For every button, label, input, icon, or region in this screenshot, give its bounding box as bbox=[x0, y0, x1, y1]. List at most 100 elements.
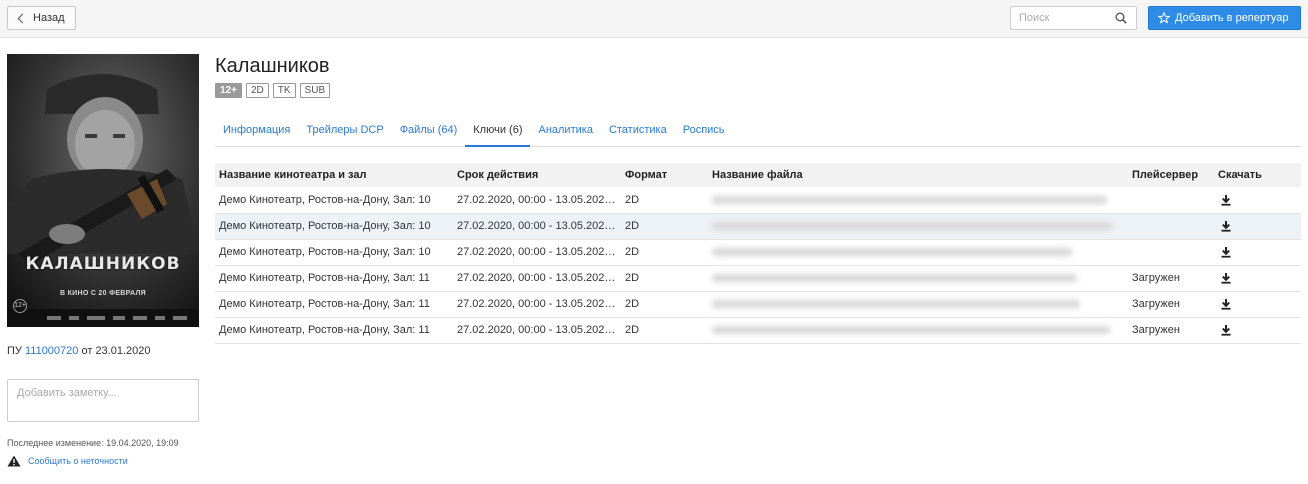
filename-redacted bbox=[712, 326, 1110, 335]
cell-period: 27.02.2020, 00:00 - 13.05.2020, 23:59 bbox=[453, 187, 621, 214]
pu-prefix: ПУ bbox=[7, 345, 22, 357]
filename-redacted bbox=[712, 248, 1072, 257]
cell-format: 2D bbox=[621, 187, 708, 214]
cell-format: 2D bbox=[621, 317, 708, 344]
cell-format: 2D bbox=[621, 213, 708, 240]
tab-analytics[interactable]: Аналитика bbox=[530, 116, 600, 147]
cell-cinema: Демо Кинотеатр, Ростов-на-Дону, Зал: 11 bbox=[215, 265, 453, 292]
search-icon[interactable] bbox=[1115, 12, 1127, 24]
cell-period: 27.02.2020, 00:00 - 13.05.2020, 23:59 bbox=[453, 291, 621, 318]
cell-period: 27.02.2020, 00:00 - 13.05.2020, 23:59 bbox=[453, 213, 621, 240]
add-to-repertoire-button[interactable]: Добавить в репертуар bbox=[1148, 6, 1301, 30]
filename-redacted bbox=[712, 274, 1077, 283]
cell-cinema: Демо Кинотеатр, Ростов-на-Дону, Зал: 10 bbox=[215, 187, 453, 214]
search-box bbox=[1010, 6, 1137, 30]
pu-number-link[interactable]: 111000720 bbox=[25, 345, 78, 357]
cell-cinema: Демо Кинотеатр, Ростов-на-Дону, Зал: 11 bbox=[215, 317, 453, 344]
filename-redacted bbox=[712, 300, 1080, 309]
col-header-download: Скачать bbox=[1214, 163, 1301, 187]
poster-age-rating: 12+ bbox=[13, 299, 27, 313]
cell-filename bbox=[708, 265, 1128, 292]
cell-period: 27.02.2020, 00:00 - 13.05.2020, 23:59 bbox=[453, 239, 621, 266]
badge-format: 2D bbox=[245, 83, 269, 98]
film-title: Калашников bbox=[215, 55, 330, 77]
cell-download bbox=[1214, 239, 1301, 266]
cell-format: 2D bbox=[621, 291, 708, 318]
table-row: Демо Кинотеатр, Ростов-на-Дону, Зал: 10 … bbox=[215, 239, 1301, 266]
table-row: Демо Кинотеатр, Ростов-на-Дону, Зал: 10 … bbox=[215, 213, 1301, 240]
back-button[interactable]: Назад bbox=[7, 6, 76, 30]
badge-tk: TK bbox=[272, 83, 296, 98]
report-inaccuracy: Сообщить о неточности bbox=[7, 455, 128, 467]
col-header-period[interactable]: Срок действия bbox=[453, 163, 621, 187]
search-input[interactable] bbox=[1011, 7, 1107, 29]
cell-download bbox=[1214, 317, 1301, 344]
cell-playserver bbox=[1128, 239, 1214, 266]
table-header-row: Название кинотеатра и зал Срок действия … bbox=[215, 163, 1301, 187]
col-header-filename[interactable]: Название файла bbox=[708, 163, 1128, 187]
download-icon[interactable] bbox=[1220, 194, 1232, 206]
cell-playserver bbox=[1128, 187, 1214, 214]
cell-filename bbox=[708, 213, 1128, 240]
cell-filename bbox=[708, 317, 1128, 344]
filename-redacted bbox=[712, 222, 1112, 231]
cell-playserver: Загружен bbox=[1128, 265, 1214, 292]
table-row: Демо Кинотеатр, Ростов-на-Дону, Зал: 11 … bbox=[215, 291, 1301, 318]
cell-filename bbox=[708, 187, 1128, 214]
table-row: Демо Кинотеатр, Ростов-на-Дону, Зал: 10 … bbox=[215, 187, 1301, 214]
badge-age: 12+ bbox=[215, 83, 242, 98]
download-icon[interactable] bbox=[1220, 220, 1232, 232]
download-icon[interactable] bbox=[1220, 298, 1232, 310]
warning-icon bbox=[7, 455, 21, 467]
keys-table: Название кинотеатра и зал Срок действия … bbox=[215, 163, 1301, 344]
table-row: Демо Кинотеатр, Ростов-на-Дону, Зал: 11 … bbox=[215, 317, 1301, 344]
tab-keys[interactable]: Ключи (6) bbox=[465, 116, 531, 147]
cell-download bbox=[1214, 187, 1301, 214]
cell-filename bbox=[708, 239, 1128, 266]
table-row: Демо Кинотеатр, Ростов-на-Дону, Зал: 11 … bbox=[215, 265, 1301, 292]
download-icon[interactable] bbox=[1220, 272, 1232, 284]
tab-info[interactable]: Информация bbox=[215, 116, 298, 147]
tab-schedule[interactable]: Роспись bbox=[675, 116, 733, 147]
report-inaccuracy-link[interactable]: Сообщить о неточности bbox=[28, 456, 128, 466]
last-change-text: Последнее изменение: 19.04.2020, 19:09 bbox=[7, 438, 179, 448]
cell-format: 2D bbox=[621, 265, 708, 292]
poster-release-date: В КИНО С 20 ФЕВРАЛЯ bbox=[59, 290, 146, 297]
download-icon[interactable] bbox=[1220, 324, 1232, 336]
cell-period: 27.02.2020, 00:00 - 13.05.2020, 23:59 bbox=[453, 317, 621, 344]
note-field[interactable] bbox=[7, 379, 199, 422]
col-header-format[interactable]: Формат bbox=[621, 163, 708, 187]
top-toolbar: Назад Добавить в репертуар bbox=[0, 0, 1308, 38]
filename-redacted bbox=[712, 195, 1107, 204]
cell-playserver: Загружен bbox=[1128, 291, 1214, 318]
poster-artwork bbox=[7, 54, 199, 327]
tab-files[interactable]: Файлы (64) bbox=[392, 116, 466, 147]
cell-cinema: Демо Кинотеатр, Ростов-на-Дону, Зал: 10 bbox=[215, 239, 453, 266]
tab-trailers-dcp[interactable]: Трейлеры DCP bbox=[298, 116, 391, 147]
cell-period: 27.02.2020, 00:00 - 13.05.2020, 23:59 bbox=[453, 265, 621, 292]
badge-sub: SUB bbox=[299, 83, 331, 98]
cell-cinema: Демо Кинотеатр, Ростов-на-Дону, Зал: 11 bbox=[215, 291, 453, 318]
col-header-cinema[interactable]: Название кинотеатра и зал bbox=[215, 163, 453, 187]
cell-playserver: Загружен bbox=[1128, 317, 1214, 344]
add-button-label: Добавить в репертуар bbox=[1175, 12, 1289, 24]
tab-statistics[interactable]: Статистика bbox=[601, 116, 675, 147]
pu-date: от 23.01.2020 bbox=[81, 345, 151, 357]
star-icon bbox=[1158, 12, 1170, 24]
film-badges: 12+ 2D TK SUB bbox=[215, 83, 331, 98]
cell-download bbox=[1214, 213, 1301, 240]
col-header-playserver[interactable]: Плейсервер bbox=[1128, 163, 1214, 187]
download-icon[interactable] bbox=[1220, 246, 1232, 258]
chevron-left-icon bbox=[17, 13, 28, 23]
cell-download bbox=[1214, 265, 1301, 292]
cell-filename bbox=[708, 291, 1128, 318]
pu-line: ПУ 111000720 от 23.01.2020 bbox=[7, 345, 151, 357]
cell-cinema: Демо Кинотеатр, Ростов-на-Дону, Зал: 10 bbox=[215, 213, 453, 240]
cell-playserver bbox=[1128, 213, 1214, 240]
tab-bar: Информация Трейлеры DCP Файлы (64) Ключи… bbox=[215, 116, 1301, 147]
poster-title: КАЛАШНИКОВ bbox=[25, 254, 181, 274]
cell-format: 2D bbox=[621, 239, 708, 266]
movie-poster: КАЛАШНИКОВ В КИНО С 20 ФЕВРАЛЯ 12+ bbox=[7, 54, 199, 327]
cell-download bbox=[1214, 291, 1301, 318]
back-button-label: Назад bbox=[33, 12, 65, 24]
